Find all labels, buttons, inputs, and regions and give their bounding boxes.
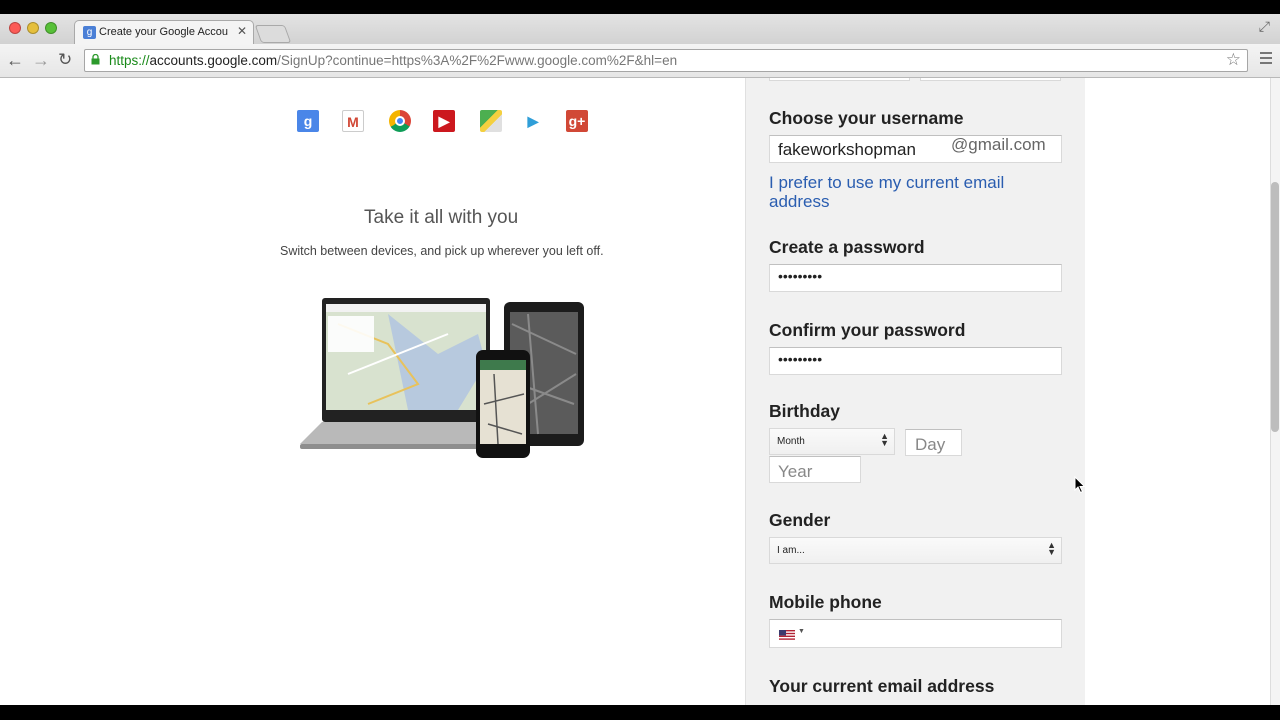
username-label: Choose your username <box>769 108 964 128</box>
url-host: accounts.google.com <box>149 53 278 68</box>
scrollbar-thumb[interactable] <box>1271 182 1279 432</box>
address-bar[interactable]: https://accounts.google.com/SignUp?conti… <box>84 49 1248 72</box>
devices-illustration <box>300 298 584 458</box>
browser-tab[interactable]: g Create your Google Accou ✕ <box>74 20 254 44</box>
confirm-password-label: Confirm your password <box>769 320 966 340</box>
gender-label: Gender <box>769 510 831 530</box>
first-name-input[interactable] <box>769 78 910 81</box>
last-name-input[interactable] <box>920 78 1061 81</box>
year-placeholder: Year <box>778 462 813 481</box>
day-placeholder: Day <box>915 435 946 454</box>
close-window-button[interactable] <box>9 22 21 34</box>
select-arrows-icon: ▲ ▼ <box>880 431 889 448</box>
password-value: ••••••••• <box>778 268 823 284</box>
back-arrow-icon[interactable]: ← <box>6 50 24 71</box>
zoom-window-button[interactable] <box>45 22 57 34</box>
youtube-icon: ▶ <box>433 110 455 132</box>
reload-icon[interactable]: ↻ <box>58 50 72 70</box>
country-dropdown-icon[interactable]: ▼ <box>798 628 805 635</box>
url-path: /SignUp?continue=https%3A%2F%2Fwww.googl… <box>277 53 678 68</box>
menu-icon[interactable] <box>1260 52 1272 67</box>
password-label: Create a password <box>769 237 925 257</box>
close-icon[interactable]: ✕ <box>237 24 247 38</box>
star-icon[interactable]: ☆ <box>1226 50 1241 70</box>
minimize-window-button[interactable] <box>27 22 39 34</box>
username-input[interactable]: fakeworkshopman @gmail.com <box>769 135 1062 163</box>
promo-headline: Take it all with you <box>364 207 519 228</box>
google-search-icon: g <box>297 110 319 132</box>
us-flag-icon[interactable] <box>779 630 795 640</box>
url-scheme: https:// <box>109 53 150 68</box>
url-text: https://accounts.google.com/SignUp?conti… <box>109 53 677 68</box>
page-content: g M ▶ ▶ g+ Take it all with you Switch betwe… <box>0 78 1270 705</box>
signup-panel: Choose your username fakeworkshopman @gm… <box>745 78 1085 705</box>
tab-title: Create your Google Accou <box>99 26 229 38</box>
confirm-password-input[interactable]: ••••••••• <box>769 347 1062 375</box>
month-select-value: Month <box>777 436 805 447</box>
chrome-icon <box>389 110 411 132</box>
prefer-current-email-link[interactable]: I prefer to use my current email address <box>769 173 1049 211</box>
birthday-month-select[interactable]: Month ▲ ▼ <box>769 428 895 455</box>
username-value: fakeworkshopman <box>778 140 916 159</box>
new-tab-button[interactable] <box>254 25 292 43</box>
confirm-password-value: ••••••••• <box>778 351 823 367</box>
gender-select-value: I am... <box>777 545 805 556</box>
promo-subline: Switch between devices, and pick up wher… <box>280 244 604 258</box>
password-input[interactable]: ••••••••• <box>769 264 1062 292</box>
current-email-label: Your current email address <box>769 676 995 696</box>
birthday-label: Birthday <box>769 401 840 421</box>
gender-select[interactable]: I am... ▲ ▼ <box>769 537 1062 564</box>
forward-arrow-icon[interactable]: → <box>32 50 50 71</box>
lock-icon <box>91 54 100 65</box>
resize-icon[interactable]: ⤢ <box>1259 18 1270 35</box>
mouse-cursor-icon <box>1074 476 1086 494</box>
mobile-phone-label: Mobile phone <box>769 592 882 612</box>
maps-icon <box>480 110 502 132</box>
google-favicon-icon: g <box>83 26 96 39</box>
play-icon: ▶ <box>527 113 539 129</box>
gmail-icon: M <box>342 110 364 132</box>
birthday-year-input[interactable]: Year <box>769 456 861 483</box>
birthday-day-input[interactable]: Day <box>905 429 962 456</box>
mobile-phone-input[interactable]: ▼ <box>769 619 1062 648</box>
google-plus-icon: g+ <box>566 110 588 132</box>
gmail-suffix: @gmail.com <box>951 135 1046 154</box>
select-arrows-icon: ▲ ▼ <box>1047 540 1056 557</box>
